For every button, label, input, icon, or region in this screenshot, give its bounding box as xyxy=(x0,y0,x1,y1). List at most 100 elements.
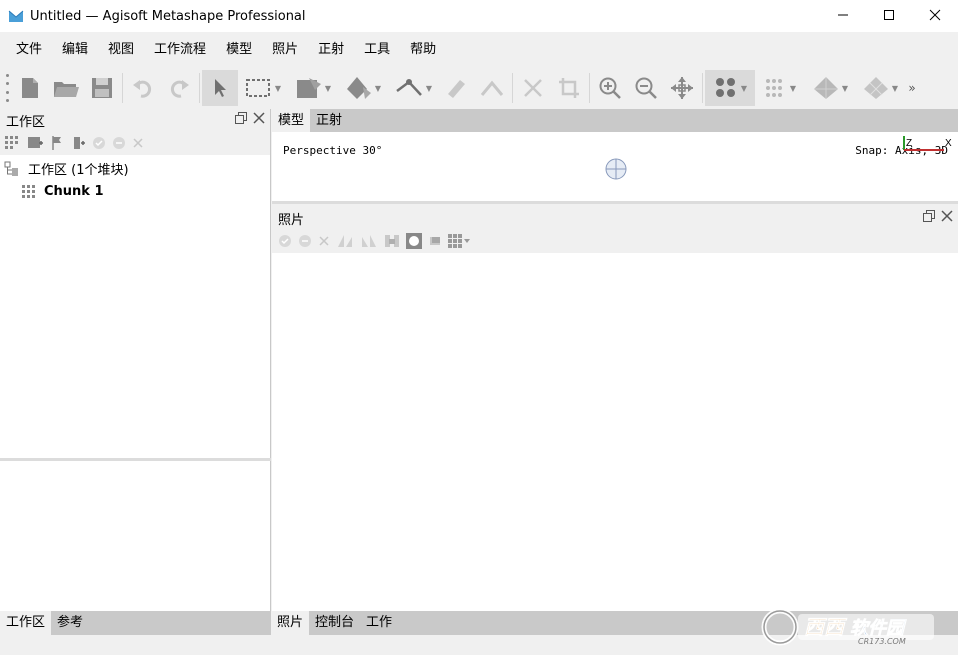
toolbar-separator xyxy=(702,73,703,103)
tab-reference[interactable]: 参考 xyxy=(51,611,89,635)
zoom-in-icon[interactable] xyxy=(592,70,628,106)
small-thumbnail-icon[interactable] xyxy=(428,234,442,248)
remove-icon[interactable] xyxy=(132,137,144,149)
ruler-line-icon[interactable]: ▼ xyxy=(388,70,438,106)
zoom-out-icon[interactable] xyxy=(628,70,664,106)
toolbar-grip[interactable] xyxy=(2,71,12,105)
maximize-icon[interactable] xyxy=(866,0,912,30)
chunk-label: Chunk 1 xyxy=(44,184,104,199)
save-icon[interactable] xyxy=(84,70,120,106)
redo-icon[interactable] xyxy=(161,70,197,106)
dense-cloud-icon[interactable]: ▼ xyxy=(755,70,805,106)
tiled-model-icon[interactable]: ▼ xyxy=(855,70,905,106)
model-icon[interactable]: ▼ xyxy=(805,70,855,106)
remove-icon[interactable] xyxy=(318,235,330,247)
crop-icon[interactable] xyxy=(551,70,587,106)
rotate-right-icon[interactable] xyxy=(360,233,378,249)
menu-bar: 文件 编辑 视图 工作流程 模型 照片 正射 工具 帮助 xyxy=(0,32,958,67)
tab-ortho[interactable]: 正射 xyxy=(310,109,348,132)
angle-icon[interactable] xyxy=(474,70,510,106)
photos-toolbar xyxy=(272,229,958,253)
trackball-icon xyxy=(605,158,627,180)
view-mode-icon[interactable] xyxy=(448,234,470,248)
svg-text:软件园: 软件园 xyxy=(850,618,907,639)
title-bar: Untitled — Agisoft Metashape Professiona… xyxy=(0,0,958,32)
workspace-header: 工作区 xyxy=(0,109,270,131)
mask-icon[interactable] xyxy=(406,233,422,249)
menu-file[interactable]: 文件 xyxy=(6,38,52,62)
add-marker-icon[interactable] xyxy=(50,135,66,151)
minimize-icon[interactable] xyxy=(820,0,866,30)
filter-icon[interactable] xyxy=(384,233,400,249)
axis-x-label: X xyxy=(945,138,952,149)
shape-draw-icon[interactable]: ▼ xyxy=(288,70,338,106)
axis-z-label: Z xyxy=(906,138,912,149)
tab-jobs[interactable]: 工作 xyxy=(360,611,398,635)
metashape-app-icon xyxy=(8,10,24,22)
model-viewport[interactable]: Perspective 30° Snap: Axis, 3D Z X xyxy=(272,132,958,204)
svg-text:CR173.COM: CR173.COM xyxy=(858,637,906,646)
model-view-tabs: 模型 正射 xyxy=(272,109,958,132)
tab-model[interactable]: 模型 xyxy=(272,109,311,132)
rectangle-selection-icon[interactable]: ▼ xyxy=(238,70,288,106)
add-chunk-icon[interactable] xyxy=(4,135,20,151)
photos-header: 照片 xyxy=(272,207,958,229)
menu-view[interactable]: 视图 xyxy=(98,38,144,62)
workspace-tree: 工作区 (1个堆块) Chunk 1 xyxy=(0,155,270,203)
perspective-label: Perspective 30° xyxy=(283,144,383,157)
panel-close-icon[interactable] xyxy=(940,209,954,223)
menu-edit[interactable]: 编辑 xyxy=(52,38,98,62)
axes-gizmo-icon: Z X xyxy=(903,136,952,151)
enable-icon[interactable] xyxy=(278,234,292,248)
tab-photos[interactable]: 照片 xyxy=(271,611,310,635)
enable-icon[interactable] xyxy=(92,136,106,150)
workspace-root-label: 工作区 (1个堆块) xyxy=(28,163,129,178)
menu-model[interactable]: 模型 xyxy=(216,38,262,62)
menu-help[interactable]: 帮助 xyxy=(400,38,446,62)
navigation-icon[interactable]: ▼ xyxy=(338,70,388,106)
new-document-icon[interactable] xyxy=(12,70,48,106)
disable-icon[interactable] xyxy=(112,136,126,150)
undo-icon[interactable] xyxy=(125,70,161,106)
rotate-left-icon[interactable] xyxy=(336,233,354,249)
main-toolbar: ▼ ▼ ▼ ▼ ▼ ▼ ▼ ▼ » xyxy=(0,67,958,109)
menu-workflow[interactable]: 工作流程 xyxy=(144,38,216,62)
toolbar-separator xyxy=(589,73,590,103)
window-title: Untitled — Agisoft Metashape Professiona… xyxy=(30,8,306,24)
undock-icon[interactable] xyxy=(234,111,248,125)
photos-panel: 照片 xyxy=(272,207,958,611)
undock-icon[interactable] xyxy=(922,209,936,223)
ruler-icon[interactable] xyxy=(438,70,474,106)
more-icon[interactable]: » xyxy=(905,70,919,106)
reset-view-icon[interactable] xyxy=(664,70,700,106)
point-cloud-icon[interactable]: ▼ xyxy=(705,70,755,106)
toolbar-separator xyxy=(122,73,123,103)
workspace-header-label: 工作区 xyxy=(6,114,46,130)
chunk-icon xyxy=(22,184,36,199)
workspace-tree-icon xyxy=(4,161,20,177)
disable-icon[interactable] xyxy=(298,234,312,248)
menu-tools[interactable]: 工具 xyxy=(354,38,400,62)
toolbar-separator xyxy=(512,73,513,103)
delete-icon[interactable] xyxy=(515,70,551,106)
photos-header-label: 照片 xyxy=(278,212,305,228)
toolbar-separator xyxy=(199,73,200,103)
add-shape-icon[interactable] xyxy=(72,135,86,151)
close-icon[interactable] xyxy=(912,0,958,30)
add-photos-icon[interactable] xyxy=(26,135,44,151)
tab-workspace[interactable]: 工作区 xyxy=(0,611,52,635)
select-pointer-icon[interactable] xyxy=(202,70,238,106)
menu-ortho[interactable]: 正射 xyxy=(308,38,354,62)
workspace-root-item[interactable]: 工作区 (1个堆块) xyxy=(0,157,270,180)
open-folder-icon[interactable] xyxy=(48,70,84,106)
left-bottom-tabs: 工作区 参考 xyxy=(0,611,271,635)
menu-photo[interactable]: 照片 xyxy=(262,38,308,62)
workspace-panel: 工作区 工作区 (1个堆块) Chunk 1 xyxy=(0,109,271,611)
watermark-logo: 西西 软件园 CR173.COM xyxy=(758,608,938,646)
svg-text:西西: 西西 xyxy=(804,615,848,639)
panel-splitter[interactable] xyxy=(0,458,271,461)
tab-console[interactable]: 控制台 xyxy=(309,611,360,635)
panel-close-icon[interactable] xyxy=(252,111,266,125)
window-controls xyxy=(820,0,958,32)
chunk-item[interactable]: Chunk 1 xyxy=(0,180,270,203)
